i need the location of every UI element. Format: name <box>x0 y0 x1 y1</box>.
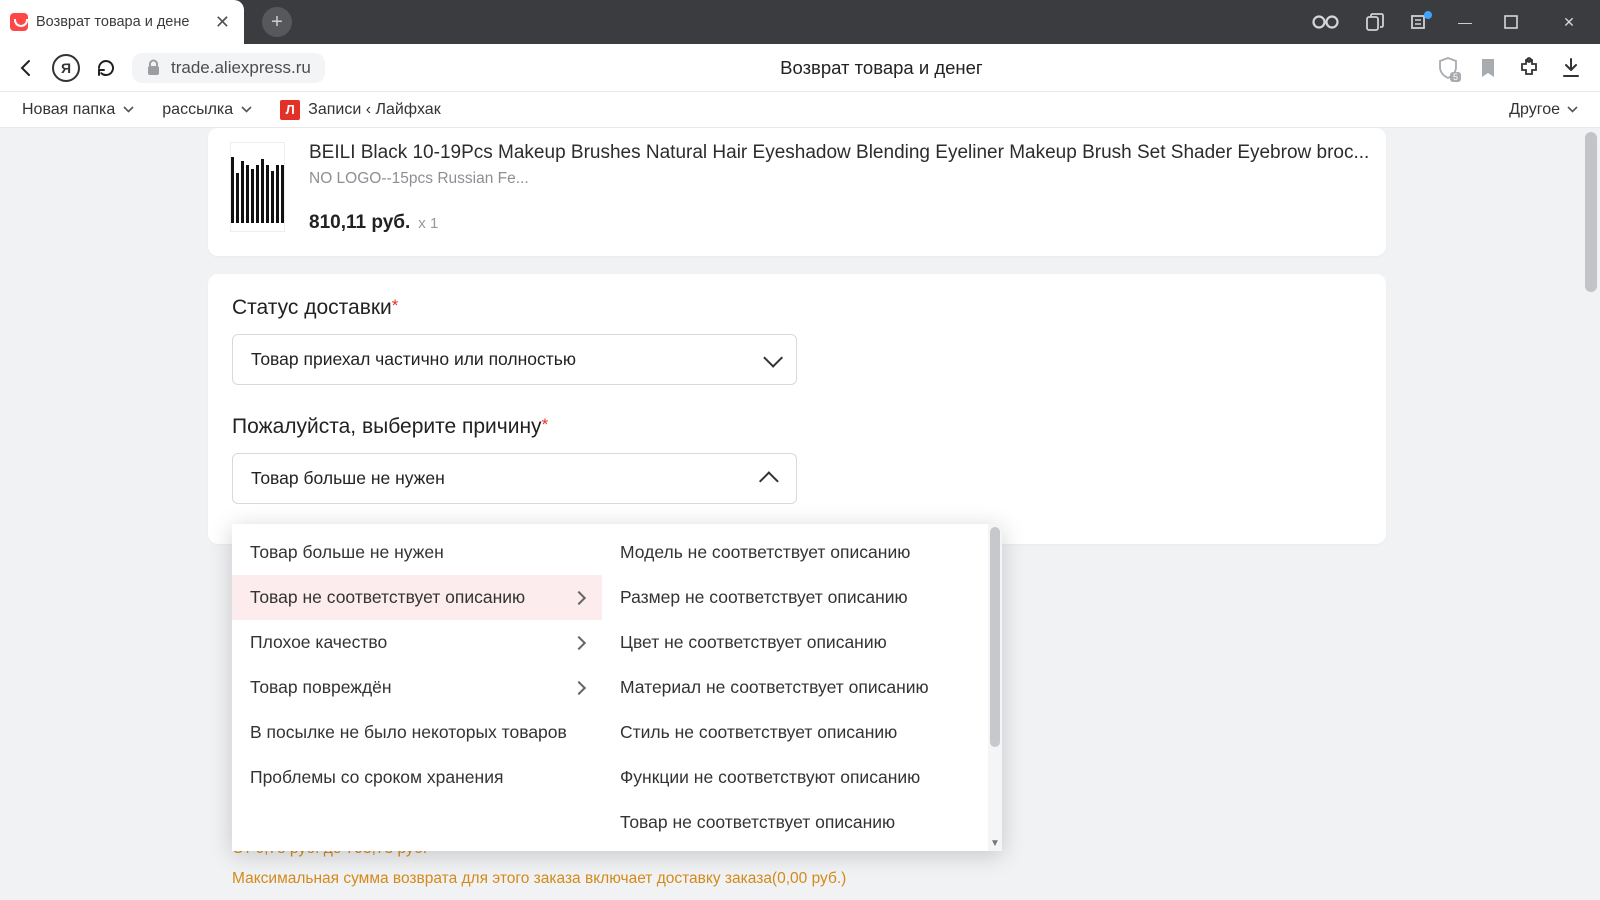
lifehacker-favicon: Л <box>280 100 300 120</box>
bookmark-folder-1[interactable]: Новая папка <box>22 101 134 119</box>
reader-mode-icon[interactable] <box>1312 15 1340 29</box>
window-minimize-button[interactable]: — <box>1452 14 1478 30</box>
product-card: BEILI Black 10-19Pcs Makeup Brushes Natu… <box>208 128 1386 256</box>
product-thumbnail <box>230 142 285 232</box>
bookmark-link-1[interactable]: Л Записи ‹ Лайфхак <box>280 100 441 120</box>
dropdown-subitem[interactable]: Материал не соответствует описанию <box>602 665 988 710</box>
downloads-icon[interactable] <box>1562 58 1580 78</box>
page-title: Возврат товара и денег <box>339 57 1424 79</box>
window-close-button[interactable]: ✕ <box>1556 14 1582 31</box>
dropdown-item[interactable]: Товар больше не нужен <box>232 530 602 575</box>
dropdown-item[interactable]: Проблемы со сроком хранения <box>232 755 602 800</box>
dropdown-subitem[interactable]: Цвет не соответствует описанию <box>602 620 988 665</box>
extensions-icon[interactable] <box>1518 57 1540 79</box>
bookmark-other[interactable]: Другое <box>1509 101 1578 119</box>
chevron-right-icon <box>572 635 586 649</box>
delivery-status-select[interactable]: Товар приехал частично или полностью <box>232 334 797 385</box>
product-variant: NO LOGO--15pcs Russian Fe... <box>309 170 1369 188</box>
dropdown-item[interactable]: Товар повреждён <box>232 665 602 710</box>
scroll-down-arrow-icon[interactable]: ▼ <box>990 838 1000 849</box>
dropdown-subitem[interactable]: Товар не соответствует описанию <box>602 800 988 845</box>
chevron-up-icon <box>759 471 779 491</box>
site-identity[interactable]: trade.aliexpress.ru <box>132 53 325 83</box>
product-price: 810,11 руб.x 1 <box>309 212 1369 234</box>
notifications-icon[interactable] <box>1410 13 1426 31</box>
url-text: trade.aliexpress.ru <box>171 58 311 78</box>
dropdown-scrollbar[interactable]: ▼ <box>988 524 1002 851</box>
dropdown-subitem[interactable]: Функции не соответствуют описанию <box>602 755 988 800</box>
dropdown-subitem[interactable]: Стиль не соответствует описанию <box>602 710 988 755</box>
bookmark-folder-2[interactable]: рассылка <box>162 101 252 119</box>
yandex-button[interactable]: Я <box>52 54 80 82</box>
dropdown-secondary-column: Модель не соответствует описаниюРазмер н… <box>602 524 988 851</box>
browser-tab[interactable]: Возврат товара и дене ✕ <box>0 0 244 44</box>
return-reason-select[interactable]: Товар больше не нужен <box>232 453 797 504</box>
status-label: Статус доставки* <box>232 296 1362 320</box>
page-scrollbar[interactable] <box>1582 128 1600 898</box>
titlebar: Возврат товара и дене ✕ + — ✕ <box>0 0 1600 44</box>
chevron-down-icon <box>241 106 252 113</box>
dropdown-primary-column: Товар больше не нуженТовар не соответств… <box>232 524 602 851</box>
address-bar: Я trade.aliexpress.ru Возврат товара и д… <box>0 44 1600 92</box>
reload-button[interactable] <box>94 56 118 80</box>
dropdown-item[interactable]: Плохое качество <box>232 620 602 665</box>
aliexpress-favicon <box>10 13 28 31</box>
refund-max-warning: Максимальная сумма возврата для этого за… <box>232 870 846 888</box>
back-button[interactable] <box>14 56 38 80</box>
reason-dropdown: Товар больше не нуженТовар не соответств… <box>232 524 1002 851</box>
window-maximize-button[interactable] <box>1504 15 1530 29</box>
dropdown-subitem[interactable]: Размер не соответствует описанию <box>602 575 988 620</box>
tab-title: Возврат товара и дене <box>36 14 207 30</box>
chevron-down-icon <box>1567 106 1578 113</box>
bookmarks-bar: Новая папка рассылка Л Записи ‹ Лайфхак … <box>0 92 1600 128</box>
copy-icon[interactable] <box>1366 13 1384 31</box>
shield-badge-icon[interactable]: 5 <box>1438 57 1458 79</box>
chevron-right-icon <box>572 590 586 604</box>
scrollbar-thumb[interactable] <box>990 527 1000 747</box>
dropdown-subitem[interactable]: Модель не соответствует описанию <box>602 530 988 575</box>
new-tab-button[interactable]: + <box>262 7 292 37</box>
tab-close-icon[interactable]: ✕ <box>215 12 230 33</box>
bookmark-icon[interactable] <box>1480 58 1496 78</box>
product-title: BEILI Black 10-19Pcs Makeup Brushes Natu… <box>309 142 1369 164</box>
lock-icon <box>146 59 161 76</box>
chevron-right-icon <box>572 680 586 694</box>
chevron-down-icon <box>763 347 783 367</box>
dropdown-item[interactable]: Товар не соответствует описанию <box>232 575 602 620</box>
dropdown-item[interactable]: В посылке не было некоторых товаров <box>232 710 602 755</box>
page-scrollbar-thumb[interactable] <box>1585 132 1597 292</box>
return-form-card: Статус доставки* Товар приехал частично … <box>208 274 1386 544</box>
reason-label: Пожалуйста, выберите причину* <box>232 415 1362 439</box>
chevron-down-icon <box>123 106 134 113</box>
product-quantity: x 1 <box>418 215 438 232</box>
